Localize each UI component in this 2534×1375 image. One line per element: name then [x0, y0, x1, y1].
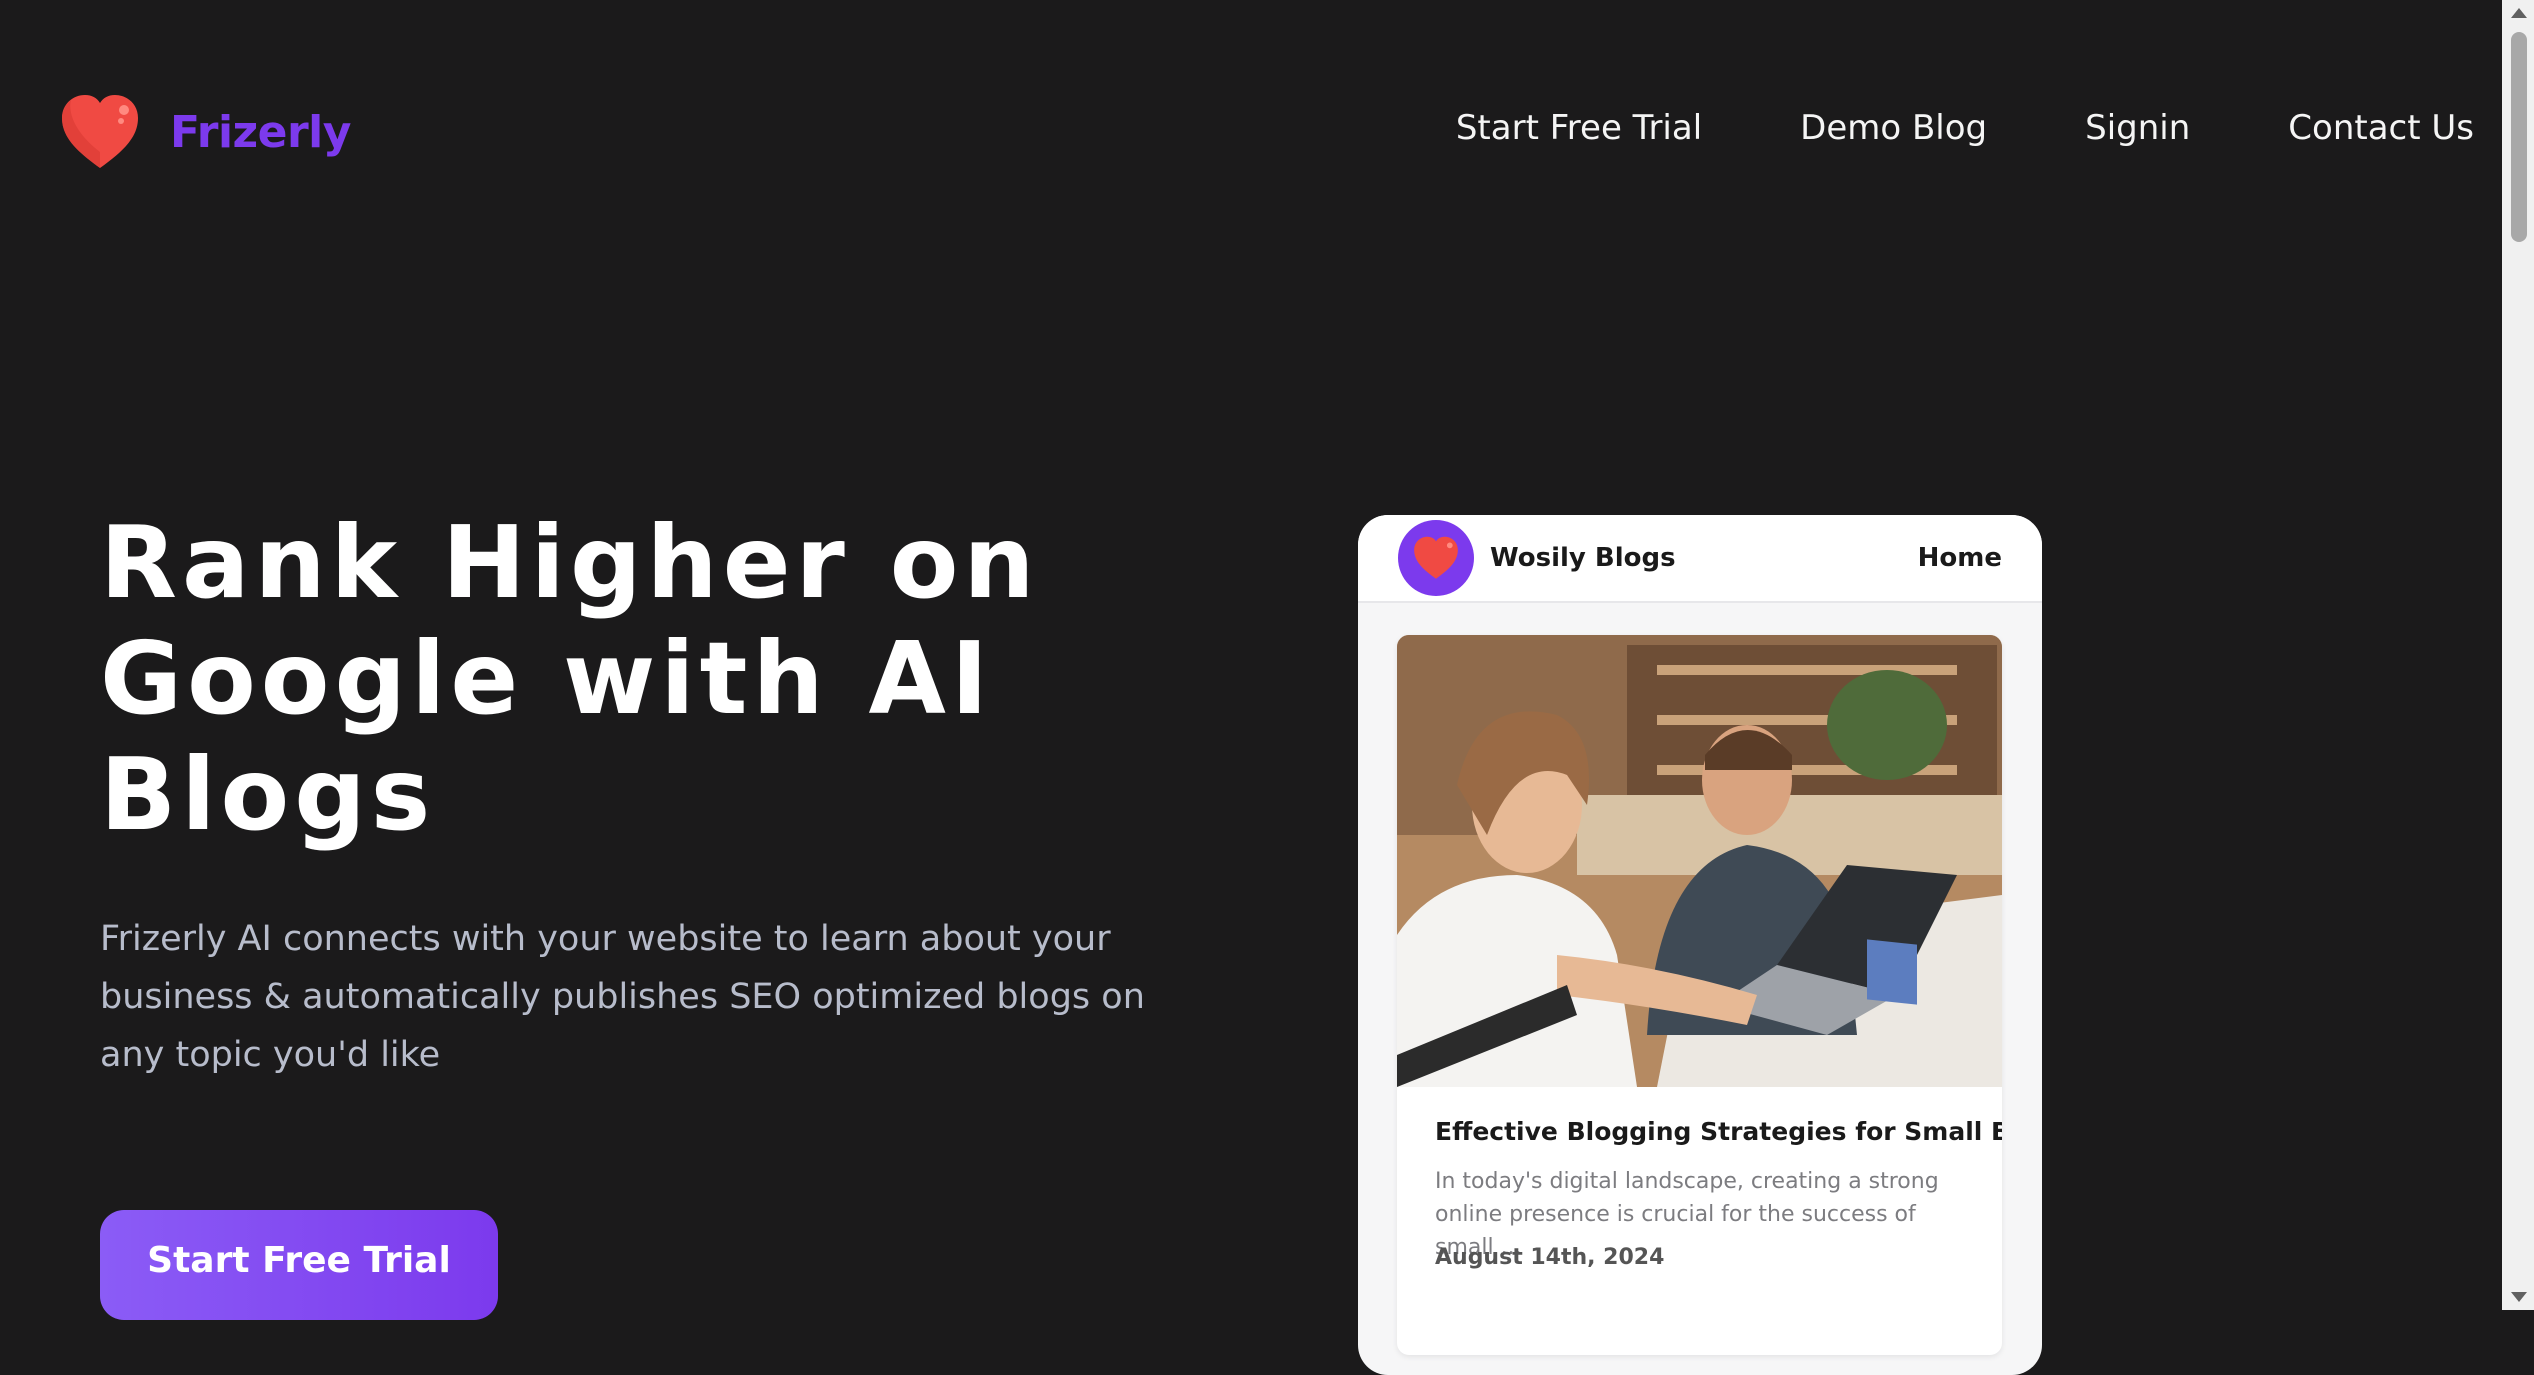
- nav-start-free-trial[interactable]: Start Free Trial: [1456, 108, 1702, 148]
- scrollbar-thumb[interactable]: [2511, 32, 2527, 242]
- start-free-trial-button[interactable]: Start Free Trial: [100, 1210, 498, 1320]
- heart-icon: [1414, 536, 1458, 579]
- blog-avatar: [1398, 520, 1474, 596]
- top-nav: Start Free Trial Demo Blog Signin Contac…: [1456, 108, 2474, 148]
- scroll-down-arrow-icon[interactable]: [2511, 1292, 2527, 1302]
- hero-title: Rank Higher on Google with AI Blogs: [100, 504, 1040, 853]
- blog-post-card[interactable]: Effective Blogging Strategies for Small …: [1397, 635, 2002, 1355]
- blog-home-link[interactable]: Home: [1918, 543, 2002, 573]
- page-scrollbar[interactable]: [2502, 0, 2534, 1310]
- heart-logo-icon: [62, 95, 138, 168]
- hero-subtitle: Frizerly AI connects with your website t…: [100, 919, 1145, 1075]
- nav-demo-blog[interactable]: Demo Blog: [1800, 108, 1987, 148]
- nav-signin[interactable]: Signin: [2085, 108, 2190, 148]
- post-date: August 14th, 2024: [1435, 1245, 1665, 1270]
- post-image: [1397, 635, 2002, 1087]
- blog-name: Wosily Blogs: [1490, 543, 1676, 573]
- nav-contact-us[interactable]: Contact Us: [2288, 108, 2474, 148]
- brand-logo[interactable]: Frizerly: [58, 92, 351, 172]
- scroll-up-arrow-icon[interactable]: [2511, 8, 2527, 18]
- demo-blog-header: Wosily Blogs Home: [1358, 515, 2042, 603]
- brand-name: Frizerly: [170, 106, 351, 158]
- demo-blog-card: Wosily Blogs Home Effective Blogging Str…: [1358, 515, 2042, 1375]
- post-title[interactable]: Effective Blogging Strategies for Small …: [1435, 1117, 2002, 1146]
